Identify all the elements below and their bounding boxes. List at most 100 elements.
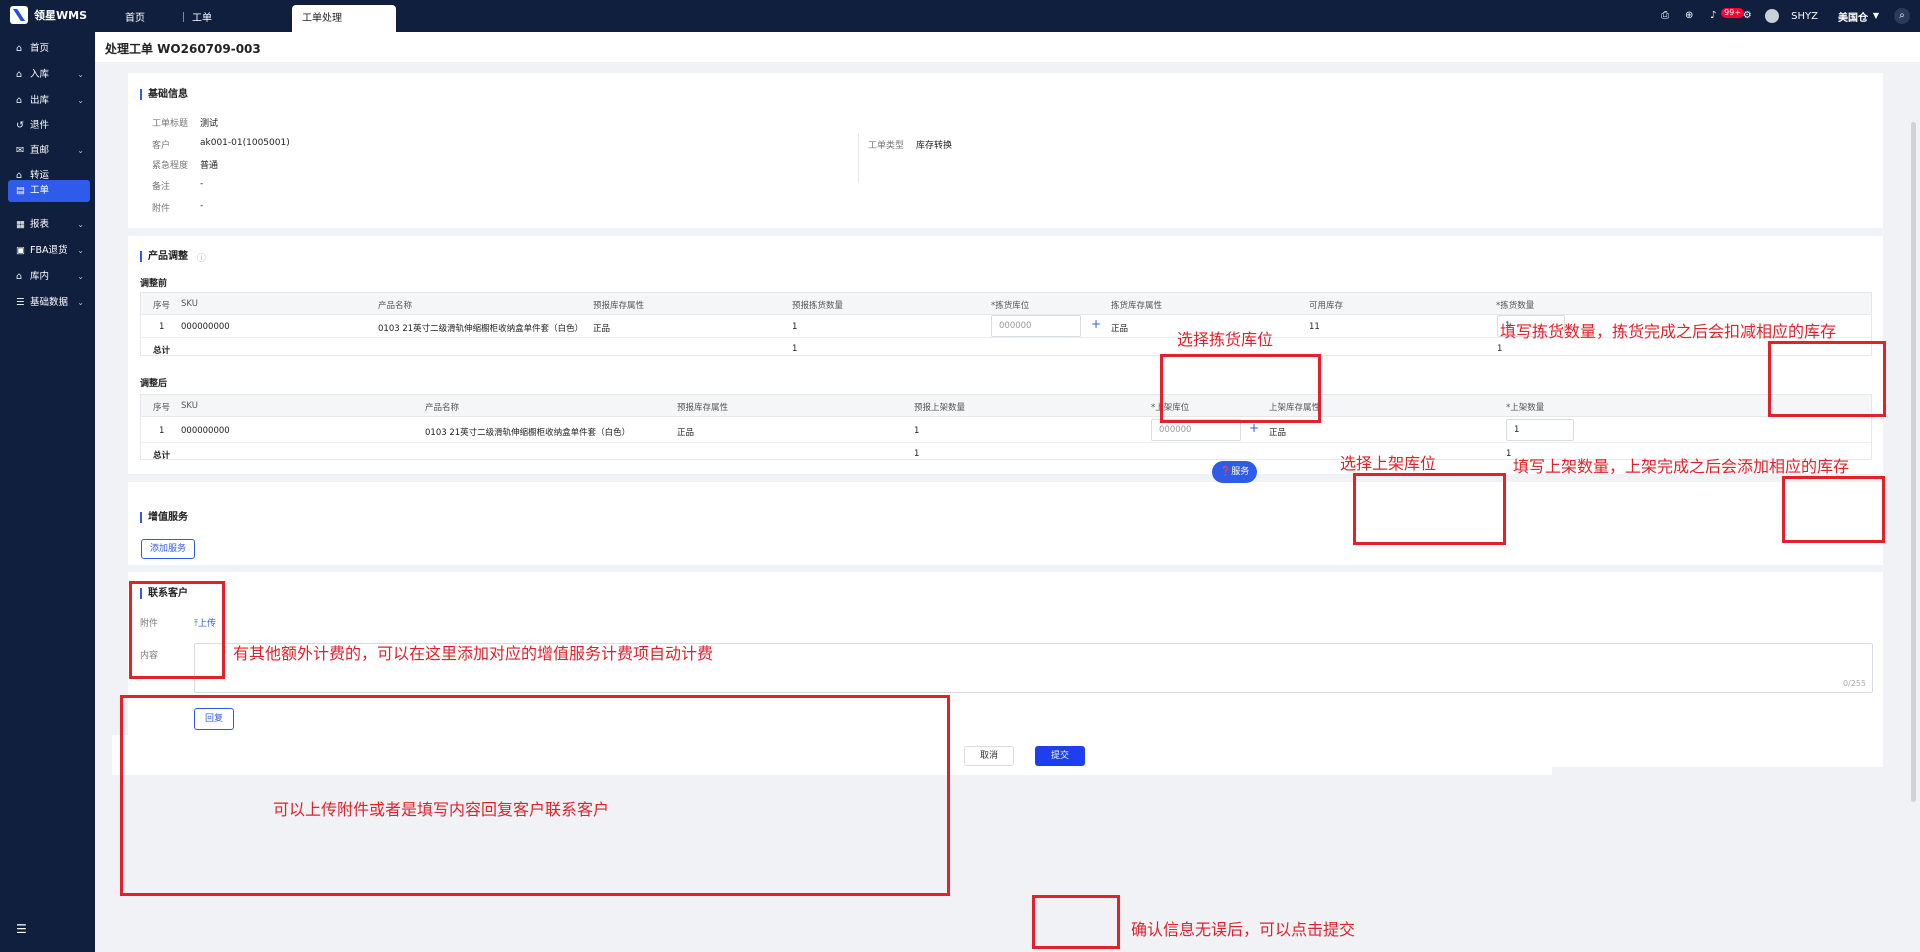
cell: 000000000 <box>181 426 230 436</box>
service-float-button[interactable]: ❓服务 <box>1212 461 1258 483</box>
field-label: 备注 <box>152 182 171 192</box>
cell: 1 <box>914 426 920 436</box>
sidebar-item-home[interactable]: ⌂ 首页 <box>8 38 90 60</box>
char-counter: 0/255 <box>1842 679 1866 688</box>
menu-collapse-icon[interactable]: ☰ <box>16 922 27 936</box>
put-qty-input[interactable]: 1 <box>1506 419 1574 441</box>
field-value: ak001-01(1005001) <box>200 138 290 148</box>
plus-icon[interactable]: + <box>1249 421 1259 435</box>
brand-logo[interactable]: 领星WMS <box>10 6 87 24</box>
add-service-button[interactable]: 添加服务 <box>141 539 195 559</box>
after-label: 调整后 <box>140 379 168 389</box>
pick-location-input[interactable]: 000000 <box>991 315 1081 337</box>
column-header: SKU <box>181 299 198 309</box>
field-label: 附件 <box>152 204 171 214</box>
top-bar: 领星WMS 首页 工单 工单处理 ⎙ ⊕ ♪ 99+ ⚙ SHYZ 美国仓 ▼ ⌕ <box>0 0 1920 32</box>
column-header: *拣货库位 <box>991 301 1030 311</box>
column-header: *上架数量 <box>1506 403 1545 413</box>
column-header: 预报库存属性 <box>593 301 645 311</box>
cell: 1 <box>1497 344 1503 354</box>
column-header: 序号 <box>153 403 171 413</box>
chevron-down-icon: ⌄ <box>77 220 84 229</box>
cancel-button[interactable]: 取消 <box>964 746 1014 766</box>
sidebar-item-inventory[interactable]: ⌂ 库内 ⌄ <box>8 266 90 288</box>
brand-name: 领星WMS <box>34 9 88 22</box>
download-icon[interactable]: ⊕ <box>1683 10 1695 22</box>
after-table: 序号 SKU 产品名称 预报库存属性 预报上架数量 *上架库位 上架库存属性 *… <box>140 394 1872 461</box>
sidebar-item-inbound[interactable]: ⌂ 入库 ⌄ <box>8 64 90 86</box>
report-icon: ▦ <box>16 219 25 230</box>
search-icon[interactable]: ⌕ <box>1894 8 1910 24</box>
cell: 1 <box>914 449 920 459</box>
annotation-put-location: 选择上架库位 <box>1340 454 1437 473</box>
column-header: 序号 <box>153 301 171 311</box>
sidebar-item-label: 出库 <box>30 95 50 106</box>
outbound-icon: ⌂ <box>16 95 23 106</box>
return-icon: ↺ <box>16 120 24 131</box>
tab-home[interactable]: 首页 <box>115 5 155 32</box>
cell: 0103 21英寸二级滑轨伸缩橱柜收纳盒单件套（白色） <box>425 428 631 438</box>
sidebar-item-base-data[interactable]: ☰ 基础数据 ⌄ <box>8 292 90 314</box>
sidebar-item-label: 工单 <box>30 185 50 196</box>
chevron-down-icon: ⌄ <box>77 70 84 79</box>
bell-icon[interactable]: ♪ 99+ <box>1707 8 1745 22</box>
sidebar-item-fba-return[interactable]: ▣ FBA退货 ⌄ <box>8 240 90 262</box>
service-label: 服务 <box>1231 467 1250 477</box>
avatar[interactable] <box>1765 9 1780 23</box>
chevron-down-icon: ⌄ <box>77 96 84 105</box>
sidebar-item-outbound[interactable]: ⌂ 出库 ⌄ <box>8 90 90 112</box>
field-label: 紧急程度 <box>152 161 189 171</box>
annotation-box-pick-location <box>1160 354 1321 423</box>
column-header: 预报库存属性 <box>677 403 729 413</box>
sidebar-item-direct-mail[interactable]: ✉ 直邮 ⌄ <box>8 140 90 162</box>
chevron-down-icon: ⌄ <box>77 146 84 155</box>
direct-mail-icon: ✉ <box>16 145 24 156</box>
brand-logo-icon <box>10 6 28 24</box>
submit-button[interactable]: 提交 <box>1035 746 1085 766</box>
sidebar-item-label: 入库 <box>30 69 50 80</box>
print-icon[interactable]: ⎙ <box>1659 10 1671 22</box>
chevron-down-icon: ⌄ <box>77 272 84 281</box>
annotation-pick-qty: 填写拣货数量，拣货完成之后会扣减相应的库存 <box>1500 322 1837 341</box>
tab-workorder[interactable]: 工单 <box>182 5 222 32</box>
column-header: SKU <box>181 401 198 411</box>
notification-badge: 99+ <box>1721 8 1745 18</box>
inbound-icon: ⌂ <box>16 69 23 80</box>
column-header: 可用库存 <box>1309 301 1344 311</box>
sidebar-item-label: FBA退货 <box>30 245 68 256</box>
sidebar-item-workorder[interactable]: ▤ 工单 <box>8 180 90 202</box>
cell: 总计 <box>153 346 171 356</box>
info-icon[interactable]: ⓘ <box>197 251 206 264</box>
column-header: 拣货库存属性 <box>1111 301 1163 311</box>
before-label: 调整前 <box>140 279 168 289</box>
user-name[interactable]: SHYZ <box>1791 11 1818 22</box>
cell: 1 <box>792 322 798 332</box>
chevron-down-icon[interactable]: ▼ <box>1870 10 1882 22</box>
cell: 1 <box>792 344 798 354</box>
annotation-submit: 确认信息无误后，可以点击提交 <box>1131 920 1356 939</box>
scrollbar[interactable] <box>1911 122 1916 802</box>
sidebar-item-return[interactable]: ↺ 退件 <box>8 115 90 137</box>
cell: 正品 <box>1269 428 1287 438</box>
sidebar-item-label: 首页 <box>30 43 50 54</box>
annotation-box-submit <box>1032 895 1120 949</box>
annotation-box-put-location <box>1353 473 1506 545</box>
sidebar: ⌂ 首页 ⌂ 入库 ⌄ ⌂ 出库 ⌄ ↺ 退件 ✉ 直邮 ⌄ ⌂ 转运 ▤ 工单 ▦ 报表 ⌄ ▣ FBA… <box>0 32 95 952</box>
cell: 11 <box>1309 322 1320 332</box>
field-value: - <box>200 179 204 189</box>
column-header: 产品名称 <box>378 301 413 311</box>
sidebar-item-report[interactable]: ▦ 报表 ⌄ <box>8 214 90 236</box>
annotation-vas: 有其他额外计费的，可以在这里添加对应的增值服务计费项自动计费 <box>233 644 714 663</box>
cell: 000000000 <box>181 322 230 332</box>
row-divider <box>141 442 1871 443</box>
tab-workorder-process[interactable]: 工单处理 <box>292 5 396 32</box>
warehouse-select[interactable]: 美国仓 <box>1838 9 1868 24</box>
home-icon: ⌂ <box>16 43 23 54</box>
question-icon: ❓ <box>1220 467 1232 477</box>
plus-icon[interactable]: + <box>1091 317 1101 331</box>
column-header: 预报拣货数量 <box>792 301 844 311</box>
page-title: 处理工单 WO260709-003 <box>105 42 261 56</box>
annotation-box-put-qty <box>1782 476 1885 543</box>
sidebar-item-label: 库内 <box>30 271 50 282</box>
column-header: 预报上架数量 <box>914 403 966 413</box>
